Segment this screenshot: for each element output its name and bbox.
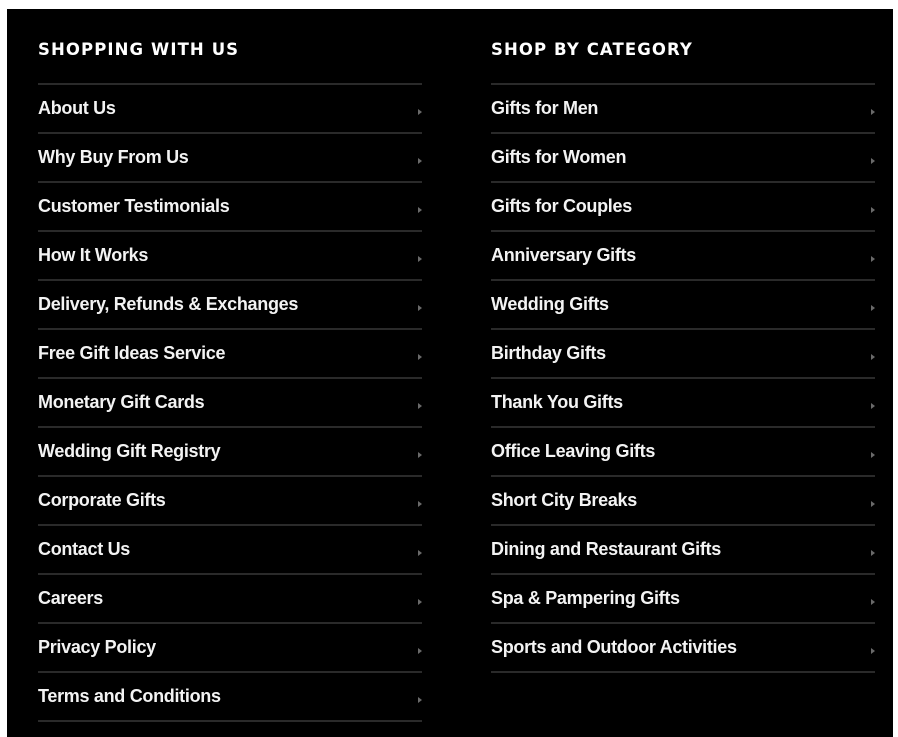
chevron-right-icon: [871, 305, 875, 311]
footer-link-wedding-gift-registry[interactable]: Wedding Gift Registry: [38, 428, 422, 477]
shop-by-category-heading: SHOP BY CATEGORY: [491, 9, 875, 85]
category-link-label: Thank You Gifts: [491, 392, 623, 412]
footer-link-label: Why Buy From Us: [38, 147, 189, 167]
category-link-label: Dining and Restaurant Gifts: [491, 539, 721, 559]
footer-link-label: How It Works: [38, 245, 149, 265]
shop-by-category-list: Gifts for Men Gifts for Women Gifts for …: [491, 85, 875, 673]
category-link-sports-and-outdoor-activities[interactable]: Sports and Outdoor Activities: [491, 624, 875, 673]
footer-link-label: About Us: [38, 98, 116, 118]
footer-link-label: Terms and Conditions: [38, 686, 221, 706]
chevron-right-icon: [418, 305, 422, 311]
footer-link-label: Contact Us: [38, 539, 131, 559]
category-link-short-city-breaks[interactable]: Short City Breaks: [491, 477, 875, 526]
chevron-right-icon: [871, 648, 875, 654]
chevron-right-icon: [418, 109, 422, 115]
chevron-right-icon: [871, 599, 875, 605]
footer-link-label: Customer Testimonials: [38, 196, 230, 216]
footer-link-how-it-works[interactable]: How It Works: [38, 232, 422, 281]
category-link-label: Gifts for Men: [491, 98, 599, 118]
footer-link-monetary-gift-cards[interactable]: Monetary Gift Cards: [38, 379, 422, 428]
chevron-right-icon: [418, 501, 422, 507]
category-link-wedding-gifts[interactable]: Wedding Gifts: [491, 281, 875, 330]
category-link-dining-and-restaurant-gifts[interactable]: Dining and Restaurant Gifts: [491, 526, 875, 575]
chevron-right-icon: [418, 354, 422, 360]
category-link-thank-you-gifts[interactable]: Thank You Gifts: [491, 379, 875, 428]
footer-link-customer-testimonials[interactable]: Customer Testimonials: [38, 183, 422, 232]
footer-link-label: Corporate Gifts: [38, 490, 166, 510]
chevron-right-icon: [871, 501, 875, 507]
category-link-label: Office Leaving Gifts: [491, 441, 656, 461]
category-link-gifts-for-men[interactable]: Gifts for Men: [491, 85, 875, 134]
chevron-right-icon: [871, 403, 875, 409]
footer-link-label: Wedding Gift Registry: [38, 441, 221, 461]
footer-link-privacy-policy[interactable]: Privacy Policy: [38, 624, 422, 673]
chevron-right-icon: [871, 452, 875, 458]
category-link-anniversary-gifts[interactable]: Anniversary Gifts: [491, 232, 875, 281]
footer-link-about-us[interactable]: About Us: [38, 85, 422, 134]
chevron-right-icon: [871, 158, 875, 164]
footer-link-why-buy-from-us[interactable]: Why Buy From Us: [38, 134, 422, 183]
category-link-label: Spa & Pampering Gifts: [491, 588, 680, 608]
footer-link-contact-us[interactable]: Contact Us: [38, 526, 422, 575]
footer-link-label: Delivery, Refunds & Exchanges: [38, 294, 299, 314]
chevron-right-icon: [871, 550, 875, 556]
footer-link-corporate-gifts[interactable]: Corporate Gifts: [38, 477, 422, 526]
footer-link-delivery-refunds-exchanges[interactable]: Delivery, Refunds & Exchanges: [38, 281, 422, 330]
chevron-right-icon: [418, 599, 422, 605]
chevron-right-icon: [418, 648, 422, 654]
category-link-spa-and-pampering-gifts[interactable]: Spa & Pampering Gifts: [491, 575, 875, 624]
chevron-right-icon: [871, 109, 875, 115]
footer-link-careers[interactable]: Careers: [38, 575, 422, 624]
category-link-label: Birthday Gifts: [491, 343, 606, 363]
chevron-right-icon: [418, 207, 422, 213]
chevron-right-icon: [871, 207, 875, 213]
category-link-label: Wedding Gifts: [491, 294, 609, 314]
shopping-with-us-heading: SHOPPING WITH US: [38, 9, 422, 85]
footer-link-label: Privacy Policy: [38, 637, 156, 657]
category-link-label: Short City Breaks: [491, 490, 637, 510]
category-link-label: Anniversary Gifts: [491, 245, 636, 265]
chevron-right-icon: [418, 158, 422, 164]
chevron-right-icon: [418, 403, 422, 409]
footer-link-label: Careers: [38, 588, 103, 608]
category-link-label: Gifts for Couples: [491, 196, 632, 216]
category-link-office-leaving-gifts[interactable]: Office Leaving Gifts: [491, 428, 875, 477]
shopping-with-us-column: SHOPPING WITH US About Us Why Buy From U…: [38, 9, 422, 722]
category-link-label: Sports and Outdoor Activities: [491, 637, 737, 657]
chevron-right-icon: [418, 697, 422, 703]
category-link-birthday-gifts[interactable]: Birthday Gifts: [491, 330, 875, 379]
chevron-right-icon: [871, 354, 875, 360]
footer-links-panel: SHOPPING WITH US About Us Why Buy From U…: [7, 9, 893, 737]
chevron-right-icon: [871, 256, 875, 262]
chevron-right-icon: [418, 550, 422, 556]
chevron-right-icon: [418, 452, 422, 458]
category-link-gifts-for-couples[interactable]: Gifts for Couples: [491, 183, 875, 232]
chevron-right-icon: [418, 256, 422, 262]
shopping-with-us-list: About Us Why Buy From Us Customer Testim…: [38, 85, 422, 722]
category-link-gifts-for-women[interactable]: Gifts for Women: [491, 134, 875, 183]
category-link-label: Gifts for Women: [491, 147, 627, 167]
footer-link-free-gift-ideas-service[interactable]: Free Gift Ideas Service: [38, 330, 422, 379]
footer-link-label: Monetary Gift Cards: [38, 392, 205, 412]
footer-link-terms-and-conditions[interactable]: Terms and Conditions: [38, 673, 422, 722]
shop-by-category-column: SHOP BY CATEGORY Gifts for Men Gifts for…: [491, 9, 875, 673]
footer-link-label: Free Gift Ideas Service: [38, 343, 226, 363]
